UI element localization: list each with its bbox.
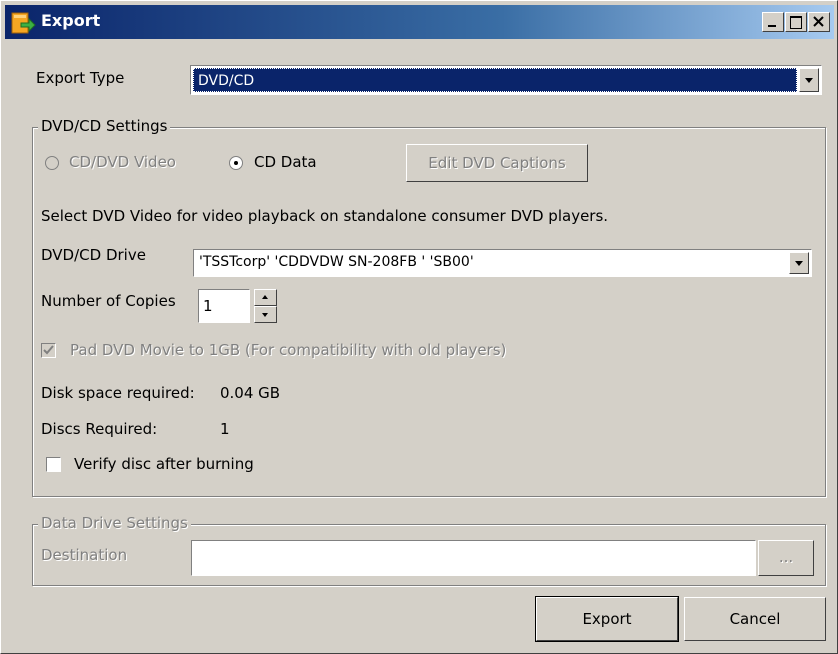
- window-title: Export: [41, 11, 101, 30]
- dvd-hint-text: Select DVD Video for video playback on s…: [41, 207, 609, 225]
- disk-space-label: Disk space required:: [41, 384, 195, 402]
- browse-label: ...: [778, 548, 794, 566]
- dvd-cd-settings-group: [32, 127, 826, 497]
- export-dialog: Export Export Type DVD/CD DVD/CD Setting…: [0, 0, 838, 654]
- arrow-down-icon: [262, 313, 268, 317]
- cancel-button-label: Cancel: [729, 610, 781, 628]
- dvd-cd-drive-select[interactable]: 'TSSTcorp' 'CDDVDW SN-208FB ' 'SB00': [193, 249, 812, 277]
- verify-disc-checkbox[interactable]: [46, 457, 61, 472]
- discs-required-label: Discs Required:: [41, 420, 158, 438]
- export-app-icon: [11, 11, 37, 35]
- number-of-copies-value: 1: [203, 297, 213, 315]
- export-type-value: DVD/CD: [198, 73, 255, 89]
- cd-dvd-video-radio[interactable]: [45, 156, 59, 170]
- browse-button[interactable]: ...: [758, 540, 814, 576]
- radio-selected-dot: [234, 161, 238, 165]
- close-button[interactable]: [808, 12, 830, 32]
- close-icon: [813, 16, 824, 27]
- cd-dvd-video-label: CD/DVD Video: [69, 153, 176, 171]
- export-type-dropdown-button[interactable]: [799, 68, 819, 92]
- cancel-button[interactable]: Cancel: [684, 597, 826, 641]
- cd-data-label: CD Data: [254, 153, 317, 171]
- cd-data-radio[interactable]: [229, 156, 243, 170]
- maximize-icon: [790, 16, 802, 29]
- edit-dvd-captions-label: Edit DVD Captions: [428, 154, 566, 172]
- spinner-down-button[interactable]: [254, 306, 277, 323]
- export-button[interactable]: Export: [535, 596, 679, 642]
- verify-disc-label: Verify disc after burning: [74, 455, 254, 473]
- maximize-button[interactable]: [785, 12, 807, 32]
- title-bar[interactable]: Export: [5, 5, 834, 39]
- checkmark-icon: [43, 345, 54, 355]
- edit-dvd-captions-button[interactable]: Edit DVD Captions: [406, 144, 588, 182]
- minimize-icon: [768, 25, 776, 27]
- number-of-copies-label: Number of Copies: [41, 292, 176, 310]
- export-button-label: Export: [582, 610, 632, 628]
- copies-spinner[interactable]: [254, 289, 277, 323]
- dvd-cd-drive-label: DVD/CD Drive: [41, 246, 146, 264]
- pad-dvd-checkbox[interactable]: [41, 343, 56, 358]
- spinner-up-button[interactable]: [254, 289, 277, 306]
- export-type-select[interactable]: DVD/CD: [190, 65, 822, 95]
- export-type-label: Export Type: [36, 69, 125, 87]
- dvd-cd-drive-value: 'TSSTcorp' 'CDDVDW SN-208FB ' 'SB00': [199, 254, 474, 270]
- disk-space-value: 0.04 GB: [220, 384, 281, 402]
- arrow-up-icon: [262, 295, 268, 299]
- minimize-button[interactable]: [762, 12, 784, 32]
- destination-input[interactable]: [191, 540, 756, 576]
- number-of-copies-input[interactable]: 1: [198, 289, 250, 323]
- destination-label: Destination: [41, 546, 128, 564]
- pad-dvd-label: Pad DVD Movie to 1GB (For compatibility …: [70, 341, 507, 359]
- dvd-cd-settings-title: DVD/CD Settings: [38, 117, 171, 135]
- drive-dropdown-button[interactable]: [789, 252, 809, 274]
- discs-required-value: 1: [220, 420, 230, 438]
- data-drive-settings-title: Data Drive Settings: [38, 514, 191, 532]
